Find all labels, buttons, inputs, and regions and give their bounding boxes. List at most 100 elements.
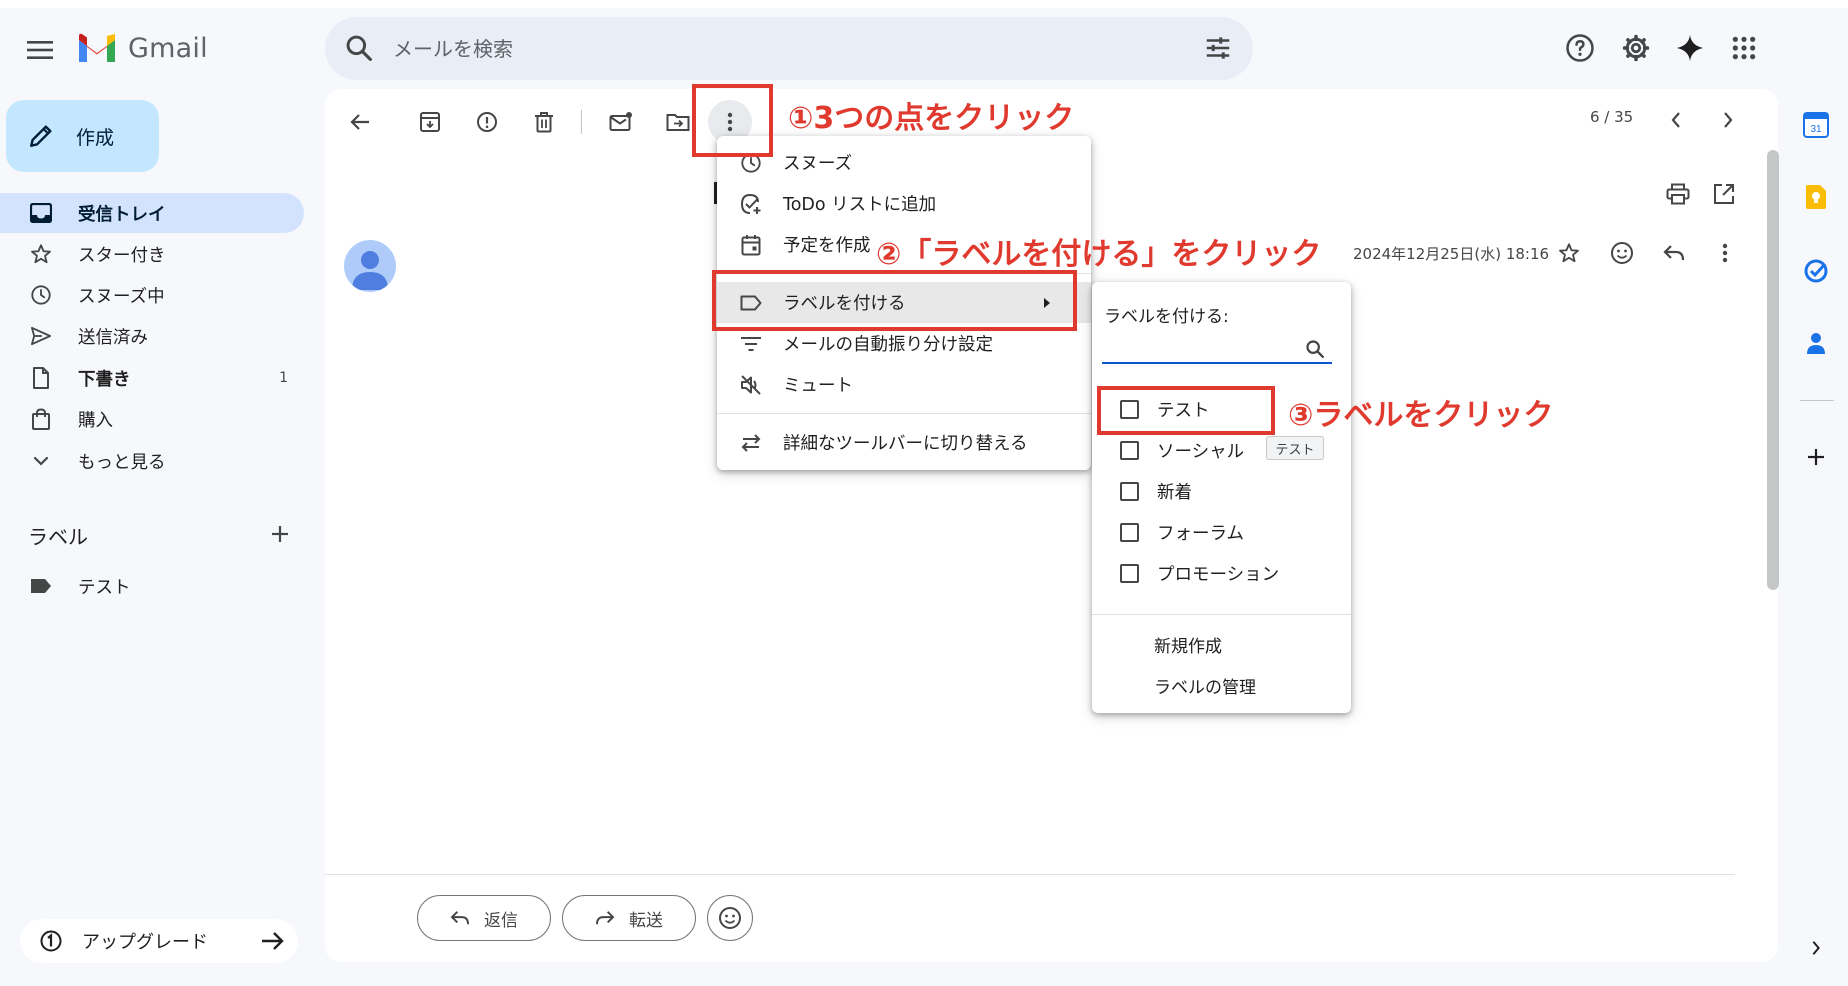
mark-unread-button[interactable] xyxy=(601,102,641,142)
sidebar-label-test[interactable]: テスト xyxy=(0,566,304,606)
search-icon[interactable] xyxy=(343,32,375,64)
get-addons-button[interactable] xyxy=(1795,436,1837,478)
gmail-logo[interactable]: Gmail xyxy=(76,30,208,66)
contacts-app-button[interactable] xyxy=(1795,322,1837,364)
upgrade-label: アップグレード xyxy=(82,932,208,953)
labels-section-header: ラベル xyxy=(28,524,88,549)
google-apps-button[interactable] xyxy=(1720,24,1768,72)
open-new-window-button[interactable] xyxy=(1706,176,1742,212)
svg-text:31: 31 xyxy=(1810,124,1822,135)
label-checkbox[interactable] xyxy=(1120,564,1139,583)
swap-icon xyxy=(741,433,761,452)
older-button[interactable] xyxy=(1708,100,1748,140)
side-panel-divider xyxy=(1800,400,1834,401)
annotation-step1: ①3つの点をクリック xyxy=(788,101,1075,136)
sidebar-item-purchases[interactable]: 購入 xyxy=(0,399,304,439)
tasks-app-button[interactable] xyxy=(1795,250,1837,292)
sidebar-item-label: 送信済み xyxy=(78,327,148,348)
main-menu-button[interactable] xyxy=(14,24,66,76)
create-new-label-link[interactable]: 新規作成 xyxy=(1154,632,1222,657)
forward-button[interactable]: 転送 xyxy=(562,895,696,941)
search-bar[interactable] xyxy=(325,17,1253,80)
delete-button[interactable] xyxy=(524,102,564,142)
manage-labels-link[interactable]: ラベルの管理 xyxy=(1154,673,1256,698)
sidebar-item-label: テスト xyxy=(78,577,131,598)
label-checkbox[interactable] xyxy=(1120,482,1139,501)
label-checkbox[interactable] xyxy=(1120,523,1139,542)
hamburger-icon xyxy=(27,41,53,59)
label-as-submenu: ラベルを付ける: テスト ソーシャル 新着 フォーラム プロモーション 新規作成… xyxy=(1092,282,1351,713)
sidebar-item-more[interactable]: もっと見る xyxy=(0,441,304,481)
help-button[interactable] xyxy=(1556,24,1604,72)
settings-button[interactable] xyxy=(1612,24,1660,72)
menu-item-mute[interactable]: ミュート xyxy=(717,364,1091,405)
label-search-input[interactable] xyxy=(1102,332,1332,364)
open-in-new-icon xyxy=(1714,184,1734,204)
star-button[interactable] xyxy=(1550,234,1588,272)
arrow-back-icon xyxy=(350,114,369,130)
annotation-box-step3 xyxy=(1097,386,1275,435)
menu-item-switch-toolbar[interactable]: 詳細なツールバーに切り替える xyxy=(717,422,1091,463)
report-icon xyxy=(477,112,497,132)
sidebar-item-inbox[interactable]: 受信トレイ xyxy=(0,193,304,233)
drafts-count: 1 xyxy=(279,370,288,386)
calendar-app-icon: 31 xyxy=(1803,112,1829,138)
search-options-icon[interactable] xyxy=(1203,33,1233,63)
archive-button[interactable] xyxy=(410,102,450,142)
label-option-text: プロモーション xyxy=(1157,565,1280,585)
search-icon xyxy=(1306,340,1324,358)
top-strip xyxy=(0,0,1848,8)
label-option-text: フォーラム xyxy=(1157,524,1244,544)
sender-avatar[interactable] xyxy=(344,240,396,292)
back-button[interactable] xyxy=(340,102,380,142)
reply-button[interactable]: 返信 xyxy=(417,895,551,941)
label-option-text: 新着 xyxy=(1157,483,1192,503)
mark-unread-icon xyxy=(609,112,632,131)
forward-icon xyxy=(596,911,615,925)
sidebar-item-drafts[interactable]: 下書き 1 xyxy=(0,358,304,398)
reply-icon-button[interactable] xyxy=(1655,234,1693,272)
add-reaction-button[interactable] xyxy=(1603,234,1641,272)
trash-icon xyxy=(535,112,553,133)
menu-item-add-to-tasks[interactable]: ToDo リストに追加 xyxy=(717,183,1091,224)
message-more-button[interactable] xyxy=(1706,234,1744,272)
show-side-panel-button[interactable] xyxy=(1800,932,1832,964)
calendar-app-button[interactable]: 31 xyxy=(1795,104,1837,146)
gemini-button[interactable] xyxy=(1666,24,1714,72)
keep-app-button[interactable] xyxy=(1795,176,1837,218)
menu-item-snooze[interactable]: スヌーズ xyxy=(717,142,1091,183)
search-input[interactable] xyxy=(393,17,1153,80)
draft-icon xyxy=(33,367,49,389)
label-tag-icon xyxy=(31,579,51,593)
pencil-icon xyxy=(30,125,52,147)
menu-item-label: 詳細なツールバーに切り替える xyxy=(783,434,1028,454)
sidebar-item-sent[interactable]: 送信済み xyxy=(0,316,304,356)
annotation-step2: ②「ラベルを付ける」をクリック xyxy=(876,237,1322,272)
plus-icon xyxy=(1808,449,1824,465)
sidebar-item-starred[interactable]: スター付き xyxy=(0,234,304,274)
submenu-title: ラベルを付ける: xyxy=(1104,307,1229,327)
label-option[interactable]: プロモーション xyxy=(1092,553,1351,594)
label-option[interactable]: フォーラム xyxy=(1092,512,1351,553)
sidebar-item-label: スヌーズ中 xyxy=(78,286,165,307)
label-checkbox[interactable] xyxy=(1120,441,1139,460)
newer-button[interactable] xyxy=(1656,100,1696,140)
reply-label: 返信 xyxy=(484,910,518,931)
star-icon xyxy=(1559,243,1579,263)
sidebar-item-label: 受信トレイ xyxy=(78,204,166,225)
scrollbar[interactable] xyxy=(1767,150,1779,590)
mute-icon xyxy=(741,374,761,395)
upgrade-button[interactable]: アップグレード xyxy=(20,919,298,963)
menu-item-label: ToDo リストに追加 xyxy=(783,195,937,215)
label-option[interactable]: 新着 xyxy=(1092,471,1351,512)
emoji-reaction-button[interactable] xyxy=(707,895,753,941)
arrow-right-icon xyxy=(262,932,284,950)
more-vert-icon xyxy=(1722,243,1728,263)
create-label-button[interactable] xyxy=(264,518,296,550)
report-spam-button[interactable] xyxy=(467,102,507,142)
print-button[interactable] xyxy=(1660,176,1696,212)
sidebar-item-snoozed[interactable]: スヌーズ中 xyxy=(0,275,304,315)
sparkle-icon xyxy=(1676,34,1704,62)
compose-button[interactable]: 作成 xyxy=(6,100,159,172)
reply-area-divider xyxy=(325,874,1735,875)
